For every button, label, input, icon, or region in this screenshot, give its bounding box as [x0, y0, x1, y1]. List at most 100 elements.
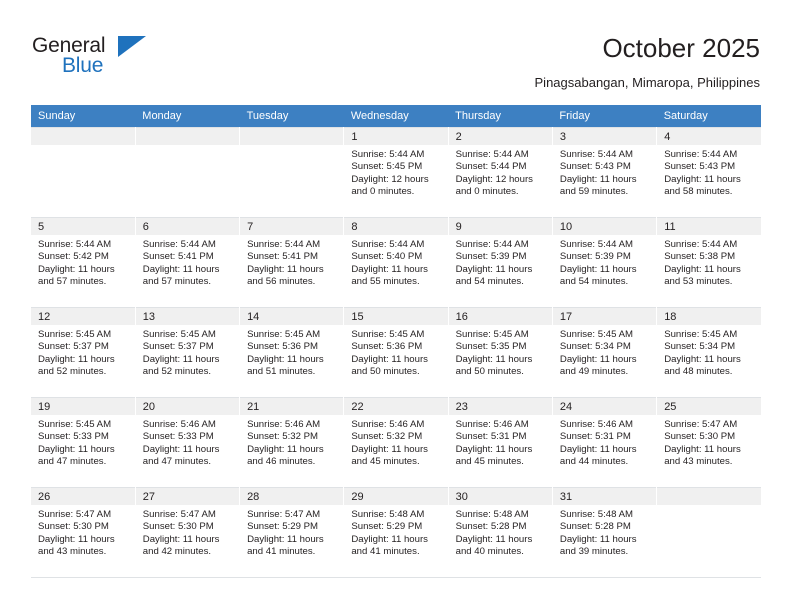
day-cell[interactable]: 4 Sunrise: 5:44 AM Sunset: 5:43 PM Dayli…	[656, 127, 761, 218]
day-cell[interactable]: 20 Sunrise: 5:46 AM Sunset: 5:33 PM Dayl…	[135, 397, 241, 488]
sunset-text: Sunset: 5:41 PM	[142, 251, 214, 263]
sunrise-text: Sunrise: 5:44 AM	[142, 239, 216, 250]
sunrise-text: Sunrise: 5:46 AM	[351, 419, 425, 430]
daylight-text-line2: and 39 minutes.	[559, 546, 629, 558]
day-cell[interactable]: 25 Sunrise: 5:47 AM Sunset: 5:30 PM Dayl…	[656, 397, 761, 488]
day-cell[interactable]: 30 Sunrise: 5:48 AM Sunset: 5:28 PM Dayl…	[448, 487, 553, 578]
day-cell[interactable]: 5 Sunrise: 5:44 AM Sunset: 5:42 PM Dayli…	[31, 217, 136, 308]
sunrise-text: Sunrise: 5:47 AM	[247, 509, 321, 520]
daylight-text-line1: Daylight: 11 hours	[664, 263, 741, 275]
daylight-text-line1: Daylight: 11 hours	[455, 533, 533, 545]
daylight-text-line1: Daylight: 11 hours	[559, 533, 637, 545]
daylight-text-line2: and 0 minutes.	[455, 186, 519, 198]
day-details: Sunrise: 5:45 AM Sunset: 5:37 PM Dayligh…	[136, 325, 239, 379]
sunrise-text: Sunrise: 5:48 AM	[455, 509, 529, 520]
day-cell[interactable]: 22 Sunrise: 5:46 AM Sunset: 5:32 PM Dayl…	[343, 397, 449, 488]
daylight-text-line1: Daylight: 11 hours	[351, 443, 428, 455]
daylight-text-line1: Daylight: 11 hours	[455, 263, 533, 275]
day-details: Sunrise: 5:44 AM Sunset: 5:41 PM Dayligh…	[240, 235, 343, 289]
day-cell[interactable]: 9 Sunrise: 5:44 AM Sunset: 5:39 PM Dayli…	[448, 217, 553, 308]
day-number: 14	[240, 308, 343, 325]
sunset-text: Sunset: 5:32 PM	[247, 431, 318, 443]
sunrise-text: Sunrise: 5:44 AM	[559, 239, 633, 250]
day-number: 29	[344, 488, 448, 505]
daylight-text-line1: Daylight: 11 hours	[351, 533, 428, 545]
day-cell[interactable]: 21 Sunrise: 5:46 AM Sunset: 5:32 PM Dayl…	[239, 397, 345, 488]
daylight-text-line1: Daylight: 11 hours	[351, 263, 428, 275]
calendar-week-row: 26 Sunrise: 5:47 AM Sunset: 5:30 PM Dayl…	[31, 487, 761, 578]
daylight-text-line2: and 52 minutes.	[38, 366, 107, 378]
day-number: 22	[344, 398, 448, 415]
day-cell[interactable]: 26 Sunrise: 5:47 AM Sunset: 5:30 PM Dayl…	[31, 487, 136, 578]
sunrise-text: Sunrise: 5:44 AM	[351, 239, 425, 250]
day-details: Sunrise: 5:44 AM Sunset: 5:43 PM Dayligh…	[553, 145, 656, 199]
day-number: 21	[240, 398, 343, 415]
daylight-text-line2: and 49 minutes.	[559, 366, 629, 378]
daylight-text-line2: and 46 minutes.	[247, 456, 316, 468]
daylight-text-line2: and 50 minutes.	[455, 366, 524, 378]
day-cell[interactable]: 19 Sunrise: 5:45 AM Sunset: 5:33 PM Dayl…	[31, 397, 136, 488]
daylight-text-line1: Daylight: 11 hours	[142, 263, 220, 275]
weekday-header-friday: Friday	[552, 105, 657, 128]
sunrise-text: Sunrise: 5:47 AM	[38, 509, 112, 520]
day-number: 19	[31, 398, 135, 415]
day-cell[interactable]: 17 Sunrise: 5:45 AM Sunset: 5:34 PM Dayl…	[552, 307, 658, 398]
sunrise-text: Sunrise: 5:44 AM	[351, 149, 425, 160]
daylight-text-line2: and 50 minutes.	[351, 366, 420, 378]
daylight-text-line2: and 41 minutes.	[247, 546, 316, 558]
day-details: Sunrise: 5:48 AM Sunset: 5:28 PM Dayligh…	[449, 505, 552, 559]
day-number: 24	[552, 398, 656, 415]
daylight-text-line1: Daylight: 12 hours	[455, 173, 533, 185]
daylight-text-line2: and 44 minutes.	[559, 456, 629, 468]
sunrise-text: Sunrise: 5:47 AM	[664, 419, 738, 430]
daylight-text-line1: Daylight: 11 hours	[455, 353, 533, 365]
day-cell[interactable]: 23 Sunrise: 5:46 AM Sunset: 5:31 PM Dayl…	[448, 397, 553, 488]
day-cell[interactable]: 16 Sunrise: 5:45 AM Sunset: 5:35 PM Dayl…	[448, 307, 553, 398]
day-cell[interactable]: 29 Sunrise: 5:48 AM Sunset: 5:29 PM Dayl…	[343, 487, 449, 578]
day-cell[interactable]: 8 Sunrise: 5:44 AM Sunset: 5:40 PM Dayli…	[343, 217, 449, 308]
sunrise-text: Sunrise: 5:45 AM	[455, 329, 529, 340]
sunset-text: Sunset: 5:29 PM	[247, 521, 318, 533]
day-cell[interactable]: 11 Sunrise: 5:44 AM Sunset: 5:38 PM Dayl…	[656, 217, 761, 308]
day-cell[interactable]: 1 Sunrise: 5:44 AM Sunset: 5:45 PM Dayli…	[343, 127, 449, 218]
day-cell[interactable]: 6 Sunrise: 5:44 AM Sunset: 5:41 PM Dayli…	[135, 217, 241, 308]
day-cell[interactable]: 24 Sunrise: 5:46 AM Sunset: 5:31 PM Dayl…	[552, 397, 658, 488]
sunset-text: Sunset: 5:42 PM	[38, 251, 109, 263]
daylight-text-line2: and 57 minutes.	[142, 276, 212, 288]
day-number: 10	[552, 218, 656, 235]
day-details: Sunrise: 5:45 AM Sunset: 5:36 PM Dayligh…	[240, 325, 343, 379]
day-cell[interactable]: 18 Sunrise: 5:45 AM Sunset: 5:34 PM Dayl…	[656, 307, 761, 398]
day-cell[interactable]: 28 Sunrise: 5:47 AM Sunset: 5:29 PM Dayl…	[239, 487, 345, 578]
day-details: Sunrise: 5:45 AM Sunset: 5:37 PM Dayligh…	[31, 325, 134, 379]
day-cell[interactable]: 14 Sunrise: 5:45 AM Sunset: 5:36 PM Dayl…	[239, 307, 345, 398]
day-number: 17	[552, 308, 656, 325]
day-number: 7	[240, 218, 343, 235]
day-cell[interactable]: 10 Sunrise: 5:44 AM Sunset: 5:39 PM Dayl…	[552, 217, 658, 308]
daylight-text-line1: Daylight: 11 hours	[351, 353, 428, 365]
daylight-text-line1: Daylight: 11 hours	[247, 443, 324, 455]
sunrise-text: Sunrise: 5:44 AM	[455, 239, 529, 250]
sunset-text: Sunset: 5:37 PM	[142, 341, 214, 353]
day-details: Sunrise: 5:48 AM Sunset: 5:29 PM Dayligh…	[344, 505, 447, 559]
day-cell[interactable]: 3 Sunrise: 5:44 AM Sunset: 5:43 PM Dayli…	[552, 127, 658, 218]
weekday-header-saturday: Saturday	[656, 105, 761, 128]
sunset-text: Sunset: 5:36 PM	[351, 341, 423, 353]
daylight-text-line2: and 52 minutes.	[142, 366, 212, 378]
sunset-text: Sunset: 5:43 PM	[664, 161, 736, 173]
day-number: 26	[31, 488, 135, 505]
sunset-text: Sunset: 5:43 PM	[559, 161, 631, 173]
day-details: Sunrise: 5:44 AM Sunset: 5:45 PM Dayligh…	[344, 145, 447, 199]
sunset-text: Sunset: 5:44 PM	[455, 161, 527, 173]
sunset-text: Sunset: 5:39 PM	[559, 251, 631, 263]
daylight-text-line1: Daylight: 11 hours	[664, 443, 741, 455]
day-number: 20	[135, 398, 239, 415]
sunset-text: Sunset: 5:45 PM	[351, 161, 423, 173]
day-cell[interactable]: 7 Sunrise: 5:44 AM Sunset: 5:41 PM Dayli…	[239, 217, 345, 308]
day-cell[interactable]: 31 Sunrise: 5:48 AM Sunset: 5:28 PM Dayl…	[552, 487, 658, 578]
day-cell[interactable]: 12 Sunrise: 5:45 AM Sunset: 5:37 PM Dayl…	[31, 307, 136, 398]
day-cell[interactable]: 2 Sunrise: 5:44 AM Sunset: 5:44 PM Dayli…	[448, 127, 553, 218]
day-cell[interactable]: 27 Sunrise: 5:47 AM Sunset: 5:30 PM Dayl…	[135, 487, 241, 578]
day-number: 11	[657, 218, 761, 235]
day-cell[interactable]: 13 Sunrise: 5:45 AM Sunset: 5:37 PM Dayl…	[135, 307, 241, 398]
day-cell[interactable]: 15 Sunrise: 5:45 AM Sunset: 5:36 PM Dayl…	[343, 307, 449, 398]
